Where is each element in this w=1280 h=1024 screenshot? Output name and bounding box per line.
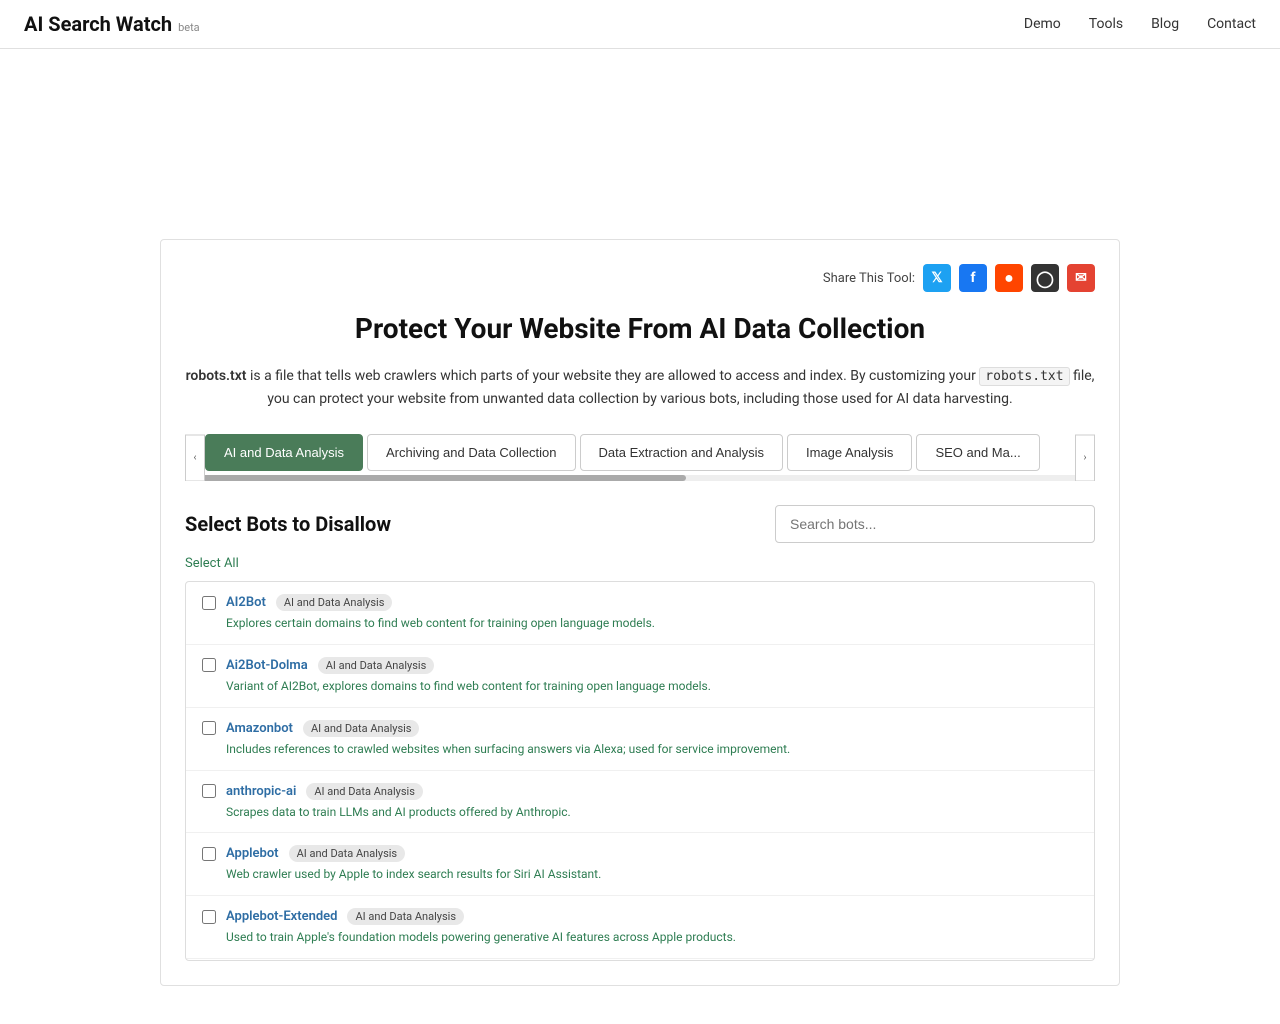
tool-card: Share This Tool: 𝕏 f ● ◯ ✉ Protect Your … [160,239,1120,986]
bot-checkbox[interactable] [202,721,216,735]
bot-item-header: AI2Bot AI and Data Analysis [202,594,1078,611]
bot-selection-title: Select Bots to Disallow [185,512,391,536]
bot-description: Used to train Apple's foundation models … [226,929,1078,946]
brand-beta: beta [178,21,200,34]
share-label: Share This Tool: [823,271,915,286]
bot-name: Ai2Bot-Dolma [226,658,308,673]
share-bar: Share This Tool: 𝕏 f ● ◯ ✉ [185,264,1095,292]
scroll-right-button[interactable]: › [1075,434,1095,481]
bot-description: Web crawler used by Apple to index searc… [226,866,1078,883]
nav-contact[interactable]: Contact [1207,16,1256,32]
robots-txt-code: robots.txt [979,367,1069,386]
list-item: Applebot AI and Data Analysis Web crawle… [186,833,1094,896]
list-item: Bytespider AI and Data Analysis [186,959,1094,961]
share-email-button[interactable]: ✉ [1067,264,1095,292]
category-tab-archiving[interactable]: Archiving and Data Collection [367,434,576,471]
nav-tools[interactable]: Tools [1089,16,1123,32]
search-input[interactable] [775,505,1095,543]
list-item: Ai2Bot-Dolma AI and Data Analysis Varian… [186,645,1094,708]
navbar: AI Search Watch beta Demo Tools Blog Con… [0,0,1280,49]
list-item: Amazonbot AI and Data Analysis Includes … [186,708,1094,771]
nav-blog[interactable]: Blog [1151,16,1179,32]
nav-links: Demo Tools Blog Contact [1024,16,1256,32]
bot-category-badge: AI and Data Analysis [347,908,464,925]
main-content: Share This Tool: 𝕏 f ● ◯ ✉ Protect Your … [140,49,1140,1006]
category-tabs-wrapper: ‹ AI and Data Analysis Archiving and Dat… [185,434,1095,481]
bot-name: Applebot-Extended [226,909,337,924]
nav-demo[interactable]: Demo [1024,16,1061,32]
scroll-left-button[interactable]: ‹ [185,434,205,481]
ad-area [160,89,1120,209]
bot-checkbox[interactable] [202,596,216,610]
brand-title: AI Search Watch [24,12,172,36]
list-item: AI2Bot AI and Data Analysis Explores cer… [186,582,1094,645]
desc-text1: is a file that tells web crawlers which … [250,368,979,384]
tabs-scrollbar-track [185,475,1095,481]
category-tabs-scroll: AI and Data Analysis Archiving and Data … [205,434,1075,471]
bot-list-container: AI2Bot AI and Data Analysis Explores cer… [185,581,1095,961]
list-item: anthropic-ai AI and Data Analysis Scrape… [186,771,1094,834]
bot-description: Explores certain domains to find web con… [226,615,1078,632]
list-item: Applebot-Extended AI and Data Analysis U… [186,896,1094,959]
bot-description: Scrapes data to train LLMs and AI produc… [226,804,1078,821]
bot-item-header: anthropic-ai AI and Data Analysis [202,783,1078,800]
bot-category-badge: AI and Data Analysis [303,720,420,737]
tabs-scrollbar-thumb [185,475,686,481]
bot-name: AI2Bot [226,595,266,610]
bot-checkbox[interactable] [202,910,216,924]
share-facebook-button[interactable]: f [959,264,987,292]
bot-checkbox[interactable] [202,784,216,798]
bot-category-badge: AI and Data Analysis [306,783,423,800]
bot-item-header: Ai2Bot-Dolma AI and Data Analysis [202,657,1078,674]
brand: AI Search Watch beta [24,12,200,36]
share-reddit-button[interactable]: ● [995,264,1023,292]
bot-description: Variant of AI2Bot, explores domains to f… [226,678,1078,695]
bot-category-badge: AI and Data Analysis [289,845,406,862]
bot-checkbox[interactable] [202,847,216,861]
bot-item-header: Amazonbot AI and Data Analysis [202,720,1078,737]
description: robots.txt is a file that tells web craw… [185,365,1095,410]
share-twitter-button[interactable]: 𝕏 [923,264,951,292]
bot-item-header: Applebot AI and Data Analysis [202,845,1078,862]
robots-txt-bold: robots.txt [186,368,247,384]
bot-item-header: Applebot-Extended AI and Data Analysis [202,908,1078,925]
bot-category-badge: AI and Data Analysis [318,657,435,674]
category-tab-data-extraction[interactable]: Data Extraction and Analysis [580,434,783,471]
bot-category-badge: AI and Data Analysis [276,594,393,611]
bot-checkbox[interactable] [202,658,216,672]
bot-selection-header: Select Bots to Disallow [185,505,1095,543]
share-github-button[interactable]: ◯ [1031,264,1059,292]
bot-name: Applebot [226,846,279,861]
bot-description: Includes references to crawled websites … [226,741,1078,758]
bot-name: Amazonbot [226,721,293,736]
bot-name: anthropic-ai [226,784,296,799]
category-tab-image-analysis[interactable]: Image Analysis [787,434,912,471]
category-tab-seo[interactable]: SEO and Ma... [916,434,1039,471]
category-tab-ai-data-analysis[interactable]: AI and Data Analysis [205,434,363,471]
select-all-link[interactable]: Select All [185,556,239,571]
page-title: Protect Your Website From AI Data Collec… [185,312,1095,345]
